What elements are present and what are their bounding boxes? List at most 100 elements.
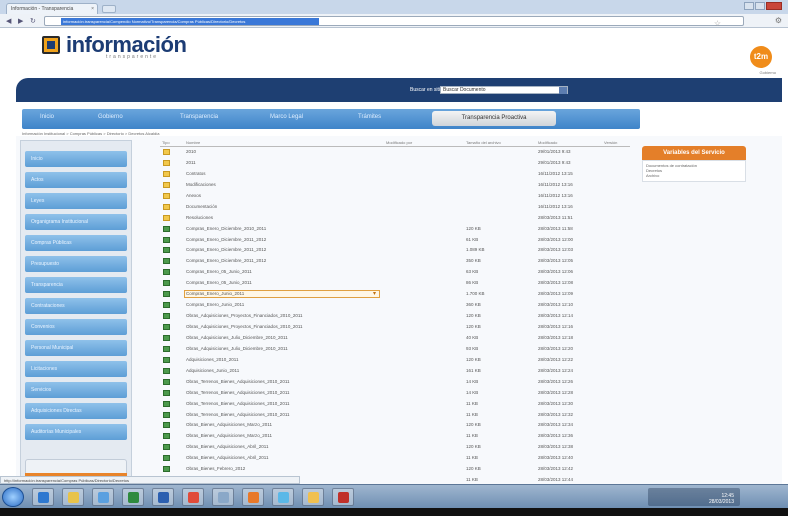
nav-item-active[interactable]: Transparencia Proactiva	[432, 111, 556, 126]
file-name[interactable]: Obras_Terrenos_Bienes_Adquisiciones_2010…	[186, 412, 290, 417]
file-name[interactable]: 2010	[186, 149, 196, 154]
sidebar-item[interactable]: Auditorías Municipales	[25, 424, 127, 440]
back-arrow-icon[interactable]: ◀	[6, 17, 11, 25]
taskbar-ie-button[interactable]	[32, 488, 54, 506]
start-button[interactable]	[2, 487, 24, 507]
file-name[interactable]: Compras_Enero_05_Junio_2011	[186, 269, 252, 274]
table-row[interactable]: Compras_Enero_Diciembre_2010_2011 120 KB 2…	[160, 224, 630, 235]
file-name[interactable]: Obras_Terrenos_Bienes_Adquisiciones_2010…	[186, 390, 290, 395]
table-row[interactable]: Adquisiciones_2010_2011 120 KB 28/03/2013 …	[160, 355, 630, 366]
file-name[interactable]: Obras_Adquisiciones_Proyectos_Financiado…	[186, 324, 303, 329]
table-row[interactable]: Contratos 16/11/2012 13:15	[160, 169, 630, 180]
clock[interactable]: 12:45 28/03/2013	[709, 493, 734, 505]
nav-item-tramites[interactable]: Trámites	[358, 114, 381, 120]
row-menu-chevron-down-icon[interactable]: ▾	[373, 290, 376, 297]
table-row[interactable]: Compras_Enero_Diciembre_2011_2012 61 KB 28…	[160, 235, 630, 246]
file-name[interactable]: Obras_Bienes_Adquisiciones_Abril_2011	[186, 455, 268, 460]
site-logo[interactable]: información transparente	[36, 32, 187, 68]
table-row[interactable]: Obras_Adquisiciones_Proyectos_Financiado…	[160, 322, 630, 333]
table-row[interactable]: Modificaciones 16/11/2012 13:16	[160, 180, 630, 191]
table-row[interactable]: Compras_Enero_05_Junio_2011 86 KB 28/03/20…	[160, 278, 630, 289]
table-row[interactable]: Compras_Enero_Diciembre_2011_2012 1.089 K…	[160, 245, 630, 256]
taskbar-explorer-button[interactable]	[62, 488, 84, 506]
table-row[interactable]: Compras_Enero_Diciembre_2011_2012 350 KB 2…	[160, 256, 630, 267]
column-header-modified-by[interactable]: Modificado por	[386, 140, 412, 145]
table-row[interactable]: Obras_Bienes_Adquisiciones_Abril_2011 11 …	[160, 453, 630, 464]
file-name[interactable]: Adquisiciones_Junio_2011	[186, 368, 239, 373]
column-header-version[interactable]: Versión	[604, 140, 617, 145]
refresh-icon[interactable]: ↻	[30, 17, 36, 25]
table-row[interactable]: Obras_Bienes_Adquisiciones_Abril_2011 120…	[160, 442, 630, 453]
taskbar-folder-button[interactable]	[302, 488, 324, 506]
table-row[interactable]: Obras_Terrenos_Bienes_Adquisiciones_2010…	[160, 388, 630, 399]
sidebar-item[interactable]: Compras Públicas	[25, 235, 127, 251]
table-row[interactable]: Adquisiciones_Junio_2011 161 KB 28/03/2013…	[160, 366, 630, 377]
file-name[interactable]: Compras_Enero_Diciembre_2011_2012	[186, 247, 266, 252]
file-name[interactable]: Compras_Enero_Junio_2011	[186, 302, 244, 307]
file-name[interactable]: Compras_Enero_Junio_2011	[186, 291, 244, 296]
table-row[interactable]: 2010 29/01/2013 9:43	[160, 147, 630, 158]
file-name[interactable]: Obras_Bienes_Adquisiciones_Marzo_2011	[186, 422, 272, 427]
browser-tab[interactable]: Información - Transparencia ×	[6, 3, 98, 14]
file-name[interactable]: Compras_Enero_Diciembre_2011_2012	[186, 237, 266, 242]
file-name[interactable]: Anexos	[186, 193, 201, 198]
wrench-icon[interactable]: ⚙	[775, 16, 782, 25]
sidebar-item[interactable]: Licitaciones	[25, 361, 127, 377]
search-input[interactable]: Buscar Documento	[440, 86, 568, 94]
file-name[interactable]: Obras_Terrenos_Bienes_Adquisiciones_2010…	[186, 401, 290, 406]
new-tab-button[interactable]	[102, 5, 116, 13]
file-name[interactable]: Obras_Bienes_Adquisiciones_Marzo_2011	[186, 433, 272, 438]
file-name[interactable]: Documentación	[186, 204, 217, 209]
table-row[interactable]: Compras_Enero_05_Junio_2011 63 KB 28/03/20…	[160, 267, 630, 278]
star-icon[interactable]: ☆	[714, 19, 721, 28]
file-name[interactable]: Obras_Bienes_Adquisiciones_Abril_2011	[186, 444, 268, 449]
table-row[interactable]: Obras_Adquisiciones_Julio_Diciembre_2010…	[160, 344, 630, 355]
taskbar-acrobat-button[interactable]	[332, 488, 354, 506]
table-row[interactable]: Obras_Terrenos_Bienes_Adquisiciones_2010…	[160, 377, 630, 388]
table-row[interactable]: Compras_Enero_Junio_2011 360 KB 28/03/2013…	[160, 300, 630, 311]
sidebar-item[interactable]: Inicio	[25, 151, 127, 167]
services-panel-title[interactable]: Variables del Servicio	[642, 146, 746, 160]
table-row[interactable]: ▾ Compras_Enero_Junio_2011 1.700 KB 28/03/2…	[160, 289, 630, 300]
sidebar-item[interactable]: Convenios	[25, 319, 127, 335]
column-header-name[interactable]: Nombre	[186, 140, 200, 145]
nav-item-transparencia[interactable]: Transparencia	[180, 114, 218, 120]
table-row[interactable]: Obras_Terrenos_Bienes_Adquisiciones_2010…	[160, 399, 630, 410]
file-name[interactable]: Obras_Terrenos_Bienes_Adquisiciones_2010…	[186, 379, 290, 384]
table-row[interactable]: Obras_Adquisiciones_Julio_Diciembre_2010…	[160, 333, 630, 344]
table-row[interactable]: Anexos 16/11/2012 13:16	[160, 191, 630, 202]
column-header-date[interactable]: Modificado	[538, 140, 557, 145]
tab-close-icon[interactable]: ×	[91, 6, 94, 12]
sidebar-item[interactable]: Personal Municipal	[25, 340, 127, 356]
sidebar-item[interactable]: Leyes	[25, 193, 127, 209]
table-row[interactable]: Obras_Terrenos_Bienes_Adquisiciones_2010…	[160, 410, 630, 421]
nav-item-inicio[interactable]: Inicio	[40, 114, 54, 120]
sidebar-item[interactable]: Transparencia	[25, 277, 127, 293]
table-row[interactable]: Documentación 16/11/2012 13:16	[160, 202, 630, 213]
file-name[interactable]: 2011	[186, 160, 196, 165]
taskbar-chrome-button[interactable]	[182, 488, 204, 506]
taskbar-app-button[interactable]	[272, 488, 294, 506]
table-row[interactable]: 2011 29/01/2013 9:43	[160, 158, 630, 169]
forward-arrow-icon[interactable]: ▶	[18, 17, 23, 25]
table-row[interactable]: Obras_Bienes_Adquisiciones_Marzo_2011 11 …	[160, 431, 630, 442]
file-name[interactable]: Obras_Bienes_Febrero_2012	[186, 466, 245, 471]
file-name[interactable]: Obras_Adquisiciones_Julio_Diciembre_2010…	[186, 335, 288, 340]
taskbar-firefox-button[interactable]	[242, 488, 264, 506]
file-name[interactable]: Compras_Enero_05_Junio_2011	[186, 280, 252, 285]
close-window-button[interactable]	[766, 2, 782, 10]
file-name[interactable]: Modificaciones	[186, 182, 216, 187]
services-panel-line[interactable]: Archivo	[646, 173, 742, 178]
column-header-size[interactable]: Tamaño del archivo	[466, 140, 501, 145]
file-name[interactable]: Obras_Adquisiciones_Proyectos_Financiado…	[186, 313, 303, 318]
file-name[interactable]: Adquisiciones_2010_2011	[186, 357, 238, 362]
file-name[interactable]: Compras_Enero_Diciembre_2011_2012	[186, 258, 266, 263]
address-bar[interactable]: información.transparencia/Compendio Norm…	[44, 16, 744, 28]
taskbar-media-button[interactable]	[92, 488, 114, 506]
minimize-button[interactable]	[744, 2, 754, 10]
nav-item-gobierno[interactable]: Gobierno	[98, 114, 123, 120]
table-row[interactable]: Obras_Adquisiciones_Proyectos_Financiado…	[160, 311, 630, 322]
maximize-button[interactable]	[755, 2, 765, 10]
taskbar-excel-button[interactable]	[122, 488, 144, 506]
sidebar-item[interactable]: Contrataciones	[25, 298, 127, 314]
